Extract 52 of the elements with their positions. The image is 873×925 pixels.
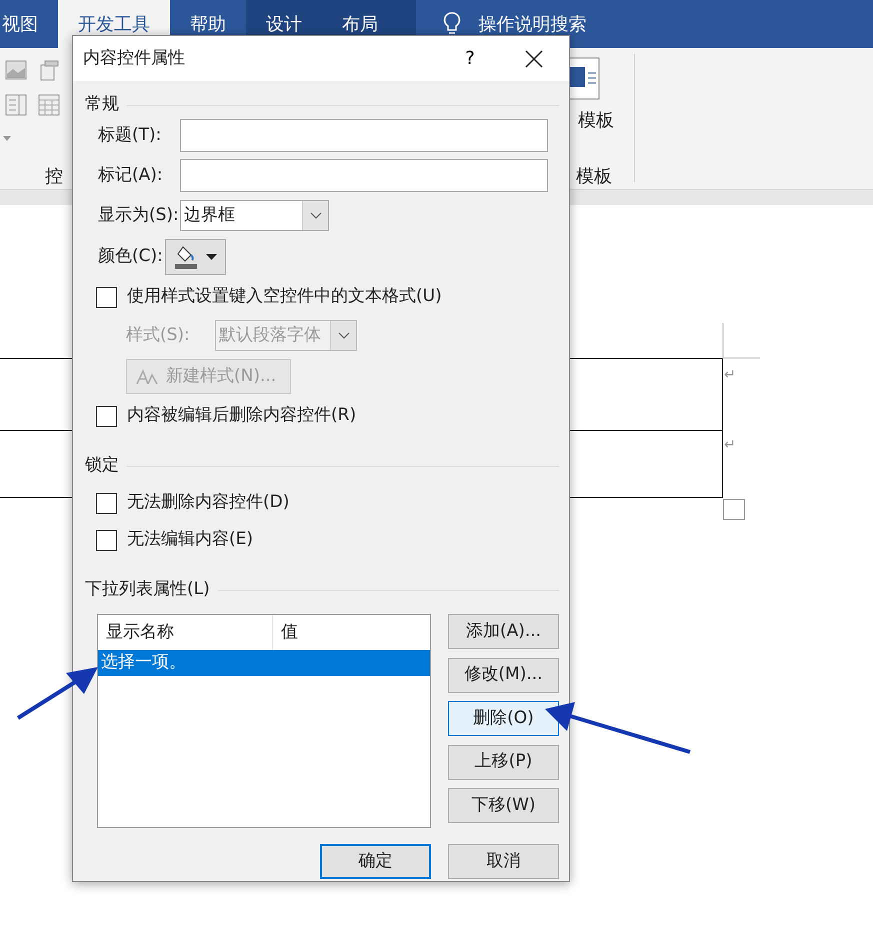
paragraph-mark: ↵ bbox=[724, 366, 736, 385]
color-picker-button[interactable] bbox=[165, 239, 226, 275]
text-field[interactable] bbox=[180, 119, 548, 152]
combo-box-icon bbox=[5, 94, 27, 116]
building-block-icon bbox=[38, 60, 60, 82]
caret-icon bbox=[206, 254, 217, 260]
action-button[interactable]: 上移(P) bbox=[448, 744, 559, 780]
column-header[interactable]: 值 bbox=[273, 615, 298, 650]
paint-bucket-icon bbox=[174, 244, 200, 270]
action-button[interactable]: 删除(O) bbox=[448, 701, 559, 736]
text-boundary-mark bbox=[722, 323, 762, 359]
checkbox-label: 无法编辑内容(E) bbox=[127, 528, 254, 552]
action-button[interactable]: 修改(M)... bbox=[448, 658, 559, 692]
field-label: 颜色(C): bbox=[97, 245, 164, 268]
ribbon-tab[interactable]: 帮助 bbox=[170, 0, 246, 48]
field-label: 标题(T): bbox=[97, 124, 162, 147]
action-button[interactable]: 添加(A)... bbox=[448, 614, 559, 649]
table-end-marker bbox=[723, 499, 745, 520]
template-button[interactable]: 模板 bbox=[578, 107, 614, 134]
list-row[interactable]: 选择一项。 bbox=[98, 650, 430, 676]
caret-icon bbox=[3, 136, 11, 142]
field-label: 样式(S): bbox=[125, 324, 191, 347]
field-label: 标记(A): bbox=[97, 164, 164, 187]
group-label: 模板 bbox=[576, 165, 612, 189]
paragraph-mark: ↵ bbox=[724, 436, 736, 455]
date-picker-icon bbox=[38, 94, 60, 116]
dialog-button[interactable]: 取消 bbox=[448, 844, 559, 879]
ribbon-tab[interactable]: 视图 bbox=[0, 0, 58, 48]
picture-icon bbox=[5, 60, 27, 80]
close-icon[interactable] bbox=[525, 50, 543, 68]
style-icon bbox=[136, 368, 158, 384]
group-label: 控 bbox=[45, 165, 63, 189]
dropdown-field[interactable]: 边界框 bbox=[180, 200, 329, 231]
chevron-down-icon bbox=[310, 212, 322, 220]
section-heading: 常规 bbox=[85, 93, 119, 116]
field-label: 显示为(S): bbox=[97, 204, 180, 227]
checkbox-label: 使用样式设置键入空控件中的文本格式(U) bbox=[127, 285, 442, 308]
text-field[interactable] bbox=[180, 159, 548, 192]
checkbox[interactable] bbox=[96, 406, 117, 426]
checkbox[interactable] bbox=[96, 492, 117, 514]
dialog-button[interactable]: 确定 bbox=[320, 844, 431, 879]
section-heading: 锁定 bbox=[85, 454, 119, 478]
checkbox-label: 无法删除内容控件(D) bbox=[127, 491, 290, 514]
action-button[interactable]: 下移(W) bbox=[448, 788, 559, 823]
checkbox[interactable] bbox=[96, 530, 117, 550]
dialog-title: 内容控件属性 bbox=[83, 46, 185, 70]
chevron-down-icon bbox=[338, 332, 350, 340]
checkbox-label: 内容被编辑后删除内容控件(R) bbox=[127, 404, 356, 428]
lightbulb-icon bbox=[442, 11, 462, 37]
section-heading: 下拉列表属性(L) bbox=[85, 578, 210, 602]
checkbox[interactable] bbox=[96, 286, 117, 308]
help-button[interactable]: ? bbox=[455, 45, 485, 72]
